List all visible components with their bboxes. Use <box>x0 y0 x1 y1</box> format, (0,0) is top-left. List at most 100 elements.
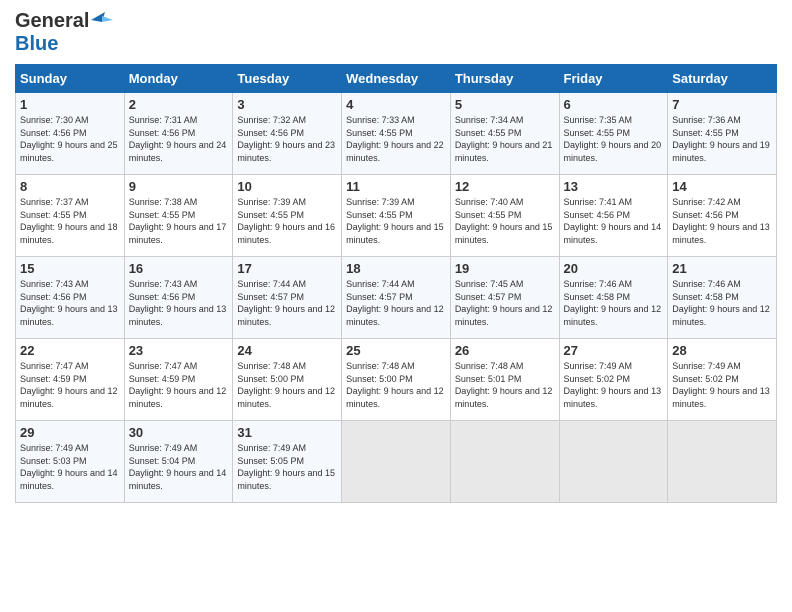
day-number: 19 <box>455 261 555 276</box>
calendar-cell: 28 Sunrise: 7:49 AM Sunset: 5:02 PM Dayl… <box>668 339 777 421</box>
day-number: 17 <box>237 261 337 276</box>
day-number: 26 <box>455 343 555 358</box>
day-number: 16 <box>129 261 229 276</box>
logo-blue: Blue <box>15 33 58 56</box>
day-info: Sunrise: 7:38 AM Sunset: 4:55 PM Dayligh… <box>129 196 229 246</box>
day-header-wednesday: Wednesday <box>342 65 451 93</box>
day-info: Sunrise: 7:41 AM Sunset: 4:56 PM Dayligh… <box>564 196 664 246</box>
logo-general: General <box>15 10 89 33</box>
calendar-cell: 19 Sunrise: 7:45 AM Sunset: 4:57 PM Dayl… <box>450 257 559 339</box>
calendar-header-row: SundayMondayTuesdayWednesdayThursdayFrid… <box>16 65 777 93</box>
calendar-cell: 10 Sunrise: 7:39 AM Sunset: 4:55 PM Dayl… <box>233 175 342 257</box>
calendar-cell: 11 Sunrise: 7:39 AM Sunset: 4:55 PM Dayl… <box>342 175 451 257</box>
day-number: 2 <box>129 97 229 112</box>
day-info: Sunrise: 7:35 AM Sunset: 4:55 PM Dayligh… <box>564 114 664 164</box>
day-header-saturday: Saturday <box>668 65 777 93</box>
calendar-week-1: 8 Sunrise: 7:37 AM Sunset: 4:55 PM Dayli… <box>16 175 777 257</box>
day-number: 18 <box>346 261 446 276</box>
day-number: 14 <box>672 179 772 194</box>
calendar-cell: 14 Sunrise: 7:42 AM Sunset: 4:56 PM Dayl… <box>668 175 777 257</box>
day-number: 29 <box>20 425 120 440</box>
calendar-cell: 26 Sunrise: 7:48 AM Sunset: 5:01 PM Dayl… <box>450 339 559 421</box>
day-number: 1 <box>20 97 120 112</box>
day-header-monday: Monday <box>124 65 233 93</box>
day-header-thursday: Thursday <box>450 65 559 93</box>
calendar-week-4: 29 Sunrise: 7:49 AM Sunset: 5:03 PM Dayl… <box>16 421 777 503</box>
day-number: 10 <box>237 179 337 194</box>
day-header-sunday: Sunday <box>16 65 125 93</box>
calendar-cell: 25 Sunrise: 7:48 AM Sunset: 5:00 PM Dayl… <box>342 339 451 421</box>
day-info: Sunrise: 7:30 AM Sunset: 4:56 PM Dayligh… <box>20 114 120 164</box>
day-info: Sunrise: 7:49 AM Sunset: 5:04 PM Dayligh… <box>129 442 229 492</box>
calendar-cell: 9 Sunrise: 7:38 AM Sunset: 4:55 PM Dayli… <box>124 175 233 257</box>
logo-bird-icon <box>91 12 113 28</box>
day-info: Sunrise: 7:49 AM Sunset: 5:05 PM Dayligh… <box>237 442 337 492</box>
day-number: 7 <box>672 97 772 112</box>
day-header-friday: Friday <box>559 65 668 93</box>
day-number: 12 <box>455 179 555 194</box>
day-info: Sunrise: 7:39 AM Sunset: 4:55 PM Dayligh… <box>346 196 446 246</box>
logo: General Blue <box>15 10 113 56</box>
day-number: 27 <box>564 343 664 358</box>
calendar-cell <box>450 421 559 503</box>
calendar-cell: 3 Sunrise: 7:32 AM Sunset: 4:56 PM Dayli… <box>233 93 342 175</box>
day-number: 28 <box>672 343 772 358</box>
day-info: Sunrise: 7:42 AM Sunset: 4:56 PM Dayligh… <box>672 196 772 246</box>
day-info: Sunrise: 7:49 AM Sunset: 5:02 PM Dayligh… <box>672 360 772 410</box>
day-info: Sunrise: 7:48 AM Sunset: 5:00 PM Dayligh… <box>346 360 446 410</box>
calendar-cell: 7 Sunrise: 7:36 AM Sunset: 4:55 PM Dayli… <box>668 93 777 175</box>
day-number: 24 <box>237 343 337 358</box>
calendar-cell: 24 Sunrise: 7:48 AM Sunset: 5:00 PM Dayl… <box>233 339 342 421</box>
calendar-cell: 23 Sunrise: 7:47 AM Sunset: 4:59 PM Dayl… <box>124 339 233 421</box>
day-number: 6 <box>564 97 664 112</box>
calendar-cell: 17 Sunrise: 7:44 AM Sunset: 4:57 PM Dayl… <box>233 257 342 339</box>
calendar-cell: 30 Sunrise: 7:49 AM Sunset: 5:04 PM Dayl… <box>124 421 233 503</box>
day-info: Sunrise: 7:48 AM Sunset: 5:01 PM Dayligh… <box>455 360 555 410</box>
day-number: 25 <box>346 343 446 358</box>
day-number: 22 <box>20 343 120 358</box>
day-number: 23 <box>129 343 229 358</box>
calendar-cell: 15 Sunrise: 7:43 AM Sunset: 4:56 PM Dayl… <box>16 257 125 339</box>
day-info: Sunrise: 7:43 AM Sunset: 4:56 PM Dayligh… <box>20 278 120 328</box>
calendar-cell: 20 Sunrise: 7:46 AM Sunset: 4:58 PM Dayl… <box>559 257 668 339</box>
calendar-cell <box>559 421 668 503</box>
calendar-cell: 5 Sunrise: 7:34 AM Sunset: 4:55 PM Dayli… <box>450 93 559 175</box>
calendar-cell: 21 Sunrise: 7:46 AM Sunset: 4:58 PM Dayl… <box>668 257 777 339</box>
calendar-week-0: 1 Sunrise: 7:30 AM Sunset: 4:56 PM Dayli… <box>16 93 777 175</box>
day-info: Sunrise: 7:32 AM Sunset: 4:56 PM Dayligh… <box>237 114 337 164</box>
day-number: 15 <box>20 261 120 276</box>
day-info: Sunrise: 7:44 AM Sunset: 4:57 PM Dayligh… <box>346 278 446 328</box>
day-info: Sunrise: 7:39 AM Sunset: 4:55 PM Dayligh… <box>237 196 337 246</box>
calendar-cell: 1 Sunrise: 7:30 AM Sunset: 4:56 PM Dayli… <box>16 93 125 175</box>
calendar-cell: 16 Sunrise: 7:43 AM Sunset: 4:56 PM Dayl… <box>124 257 233 339</box>
day-info: Sunrise: 7:48 AM Sunset: 5:00 PM Dayligh… <box>237 360 337 410</box>
day-number: 5 <box>455 97 555 112</box>
day-info: Sunrise: 7:33 AM Sunset: 4:55 PM Dayligh… <box>346 114 446 164</box>
day-number: 11 <box>346 179 446 194</box>
day-info: Sunrise: 7:34 AM Sunset: 4:55 PM Dayligh… <box>455 114 555 164</box>
header: General Blue <box>15 10 777 56</box>
calendar-cell: 8 Sunrise: 7:37 AM Sunset: 4:55 PM Dayli… <box>16 175 125 257</box>
calendar-cell <box>342 421 451 503</box>
day-number: 13 <box>564 179 664 194</box>
day-number: 9 <box>129 179 229 194</box>
day-number: 20 <box>564 261 664 276</box>
day-info: Sunrise: 7:36 AM Sunset: 4:55 PM Dayligh… <box>672 114 772 164</box>
day-info: Sunrise: 7:43 AM Sunset: 4:56 PM Dayligh… <box>129 278 229 328</box>
calendar-table: SundayMondayTuesdayWednesdayThursdayFrid… <box>15 64 777 503</box>
calendar-cell: 22 Sunrise: 7:47 AM Sunset: 4:59 PM Dayl… <box>16 339 125 421</box>
day-info: Sunrise: 7:47 AM Sunset: 4:59 PM Dayligh… <box>20 360 120 410</box>
calendar-cell <box>668 421 777 503</box>
day-info: Sunrise: 7:40 AM Sunset: 4:55 PM Dayligh… <box>455 196 555 246</box>
day-info: Sunrise: 7:31 AM Sunset: 4:56 PM Dayligh… <box>129 114 229 164</box>
calendar-cell: 31 Sunrise: 7:49 AM Sunset: 5:05 PM Dayl… <box>233 421 342 503</box>
day-number: 21 <box>672 261 772 276</box>
calendar-cell: 18 Sunrise: 7:44 AM Sunset: 4:57 PM Dayl… <box>342 257 451 339</box>
day-header-tuesday: Tuesday <box>233 65 342 93</box>
day-info: Sunrise: 7:47 AM Sunset: 4:59 PM Dayligh… <box>129 360 229 410</box>
day-number: 8 <box>20 179 120 194</box>
calendar-cell: 2 Sunrise: 7:31 AM Sunset: 4:56 PM Dayli… <box>124 93 233 175</box>
calendar-week-3: 22 Sunrise: 7:47 AM Sunset: 4:59 PM Dayl… <box>16 339 777 421</box>
day-info: Sunrise: 7:37 AM Sunset: 4:55 PM Dayligh… <box>20 196 120 246</box>
day-number: 4 <box>346 97 446 112</box>
